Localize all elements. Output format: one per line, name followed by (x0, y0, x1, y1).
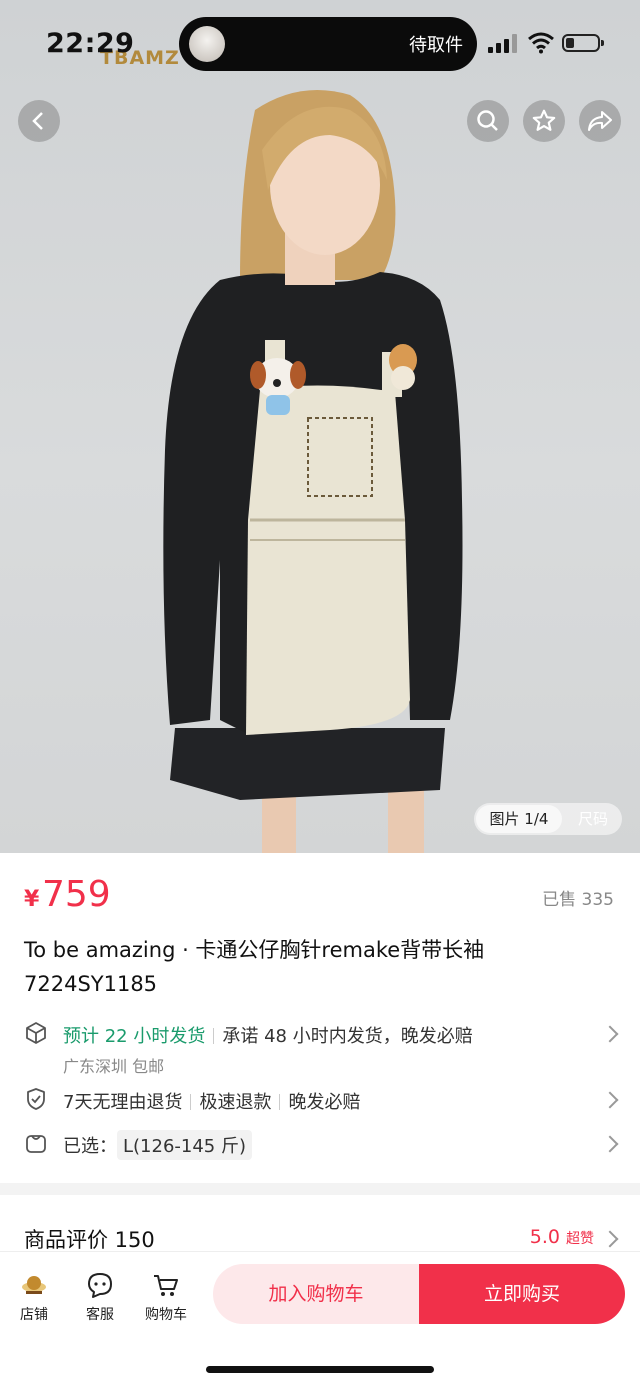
buy-now-button[interactable]: 立即购买 (419, 1264, 625, 1324)
currency-symbol: ¥ (24, 887, 40, 912)
home-indicator[interactable] (206, 1366, 434, 1373)
reviews-title[interactable]: 商品评价 150 (24, 1224, 155, 1254)
guarantee-row[interactable]: 7天无理由退货 极速退款 晚发必赔 (63, 1088, 360, 1114)
store-label: 店铺 (20, 1307, 48, 1323)
guarantee-item: 7天无理由退货 (63, 1092, 183, 1113)
selection-label: 已选： (63, 1136, 117, 1157)
status-time: 22:29 (46, 28, 135, 59)
search-button[interactable] (467, 100, 509, 142)
battery-icon (562, 34, 604, 52)
star-icon (532, 109, 556, 131)
image-pager[interactable]: 图片 1/4 尺码 (474, 803, 622, 835)
guarantee-item: 极速退款 (199, 1092, 272, 1113)
shipping-promise: 承诺 48 小时内发货，晚发必赔 (222, 1026, 473, 1047)
share-icon (588, 111, 612, 131)
product-title: To be amazing · 卡通公仔胸针remake背带长袖7224SY11… (24, 938, 485, 996)
pager-image-count[interactable]: 图片 1/4 (476, 805, 562, 833)
sold-count: 已售 335 (542, 890, 614, 910)
reviews-chevron-icon (601, 1230, 619, 1248)
favorite-button[interactable] (523, 100, 565, 142)
service-label: 客服 (86, 1307, 114, 1323)
pager-size-tab[interactable]: 尺码 (566, 805, 620, 833)
shipping-eta: 预计 22 小时发货 (63, 1026, 206, 1047)
cart-button[interactable]: 购物车 (136, 1270, 196, 1324)
review-score-value: 5.0 (529, 1226, 560, 1248)
signal-icon (488, 34, 517, 53)
chevron-left-icon (32, 112, 43, 130)
section-divider (0, 1183, 640, 1195)
selection-value: L(126-145 斤) (117, 1130, 253, 1160)
dynamic-island[interactable]: 待取件 (179, 17, 477, 71)
review-score-tag: 超赞 (566, 1231, 594, 1247)
search-icon (477, 110, 498, 131)
selection-row[interactable]: 已选： L(126-145 斤) (63, 1130, 253, 1160)
add-to-cart-button[interactable]: 加入购物车 (213, 1264, 419, 1324)
back-button[interactable] (18, 100, 60, 142)
share-button[interactable] (579, 100, 621, 142)
selection-chevron-icon (601, 1135, 619, 1153)
shield-icon (27, 1088, 45, 1110)
island-avatar (189, 26, 225, 62)
product-price: 759 (42, 874, 111, 915)
cart-label: 购物车 (145, 1307, 187, 1323)
store-button[interactable]: 店铺 (4, 1270, 64, 1324)
shipping-row[interactable]: 预计 22 小时发货 承诺 48 小时内发货，晚发必赔 (63, 1022, 473, 1048)
wifi-icon (528, 32, 554, 54)
guarantee-chevron-icon (601, 1091, 619, 1109)
status-bar: TBAMZ 22:29 待取件 (0, 0, 640, 88)
shipping-origin: 广东深圳 包邮 (63, 1057, 165, 1076)
package-icon (26, 1022, 46, 1044)
shipping-chevron-icon (601, 1025, 619, 1043)
chat-bubble-icon (88, 1273, 112, 1298)
cart-icon (154, 1275, 178, 1296)
store-logo-icon (22, 1276, 46, 1294)
island-text: 待取件 (409, 35, 463, 56)
guarantee-item: 晚发必赔 (288, 1092, 361, 1113)
customer-service-button[interactable]: 客服 (70, 1270, 130, 1324)
reviews-score[interactable]: 5.0 超赞 (530, 1226, 594, 1248)
hanger-icon (26, 1135, 46, 1153)
